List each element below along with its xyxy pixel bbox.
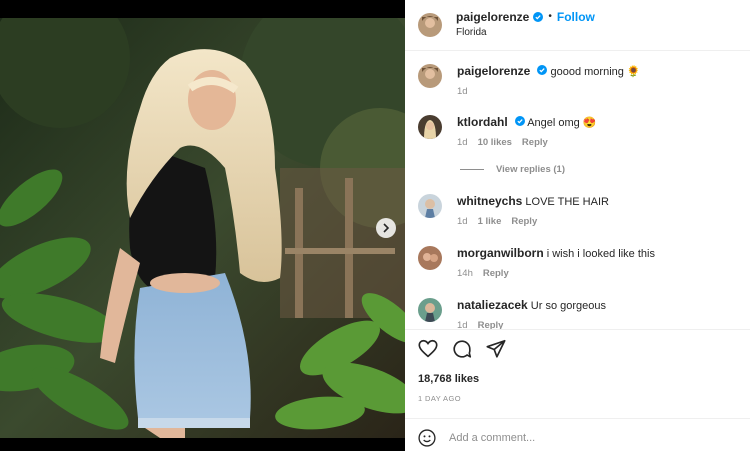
author-avatar[interactable] bbox=[418, 13, 442, 37]
instagram-post-modal: paigelorenze • Follow Florida paigeloren… bbox=[0, 0, 750, 451]
commenter-avatar[interactable] bbox=[418, 246, 442, 270]
comment-time: 1d bbox=[457, 216, 468, 227]
reply-button[interactable]: Reply bbox=[522, 136, 548, 150]
comment-username[interactable]: whitneychs bbox=[457, 194, 522, 208]
follow-button[interactable]: Follow bbox=[557, 10, 595, 24]
comment-item: nataliezacek Ur so gorgeous 1d Reply bbox=[418, 298, 606, 329]
commenter-avatar[interactable] bbox=[418, 194, 442, 218]
comment-item: whitneychs LOVE THE HAIR 1d 1 like Reply bbox=[418, 194, 609, 229]
comment-item: ktlordahl Angel omg 😍 1d 10 likes Reply bbox=[418, 115, 597, 150]
comment-button[interactable] bbox=[451, 338, 473, 360]
comment-text: Angel omg 😍 bbox=[527, 117, 597, 129]
comment-item: morganwilborn i wish i looked like this … bbox=[418, 246, 655, 281]
caption-comment: paigelorenze goood morning 🌻 1d bbox=[418, 64, 641, 99]
action-bar bbox=[417, 338, 507, 360]
reply-button[interactable]: Reply bbox=[483, 267, 509, 281]
comment-username[interactable]: morganwilborn bbox=[457, 246, 544, 260]
post-image bbox=[0, 18, 405, 438]
comment-username[interactable]: nataliezacek bbox=[457, 298, 528, 312]
author-username[interactable]: paigelorenze bbox=[456, 10, 529, 24]
view-replies-label: View replies (1) bbox=[496, 164, 565, 175]
post-header: paigelorenze • Follow Florida bbox=[405, 0, 750, 51]
comment-time: 14h bbox=[457, 268, 473, 279]
commenter-avatar[interactable] bbox=[418, 115, 442, 139]
section-divider bbox=[405, 418, 750, 419]
comment-username[interactable]: paigelorenze bbox=[457, 64, 530, 78]
add-comment-row bbox=[417, 428, 689, 448]
reply-button[interactable]: Reply bbox=[511, 215, 537, 229]
share-icon bbox=[486, 339, 506, 358]
verified-badge-icon bbox=[514, 116, 525, 126]
heart-icon bbox=[418, 339, 438, 358]
comment-time: 1d bbox=[457, 86, 468, 97]
add-comment-input[interactable] bbox=[449, 432, 689, 444]
post-date: 1 DAY AGO bbox=[418, 394, 461, 403]
post-photo[interactable] bbox=[0, 18, 405, 438]
comments-list[interactable]: paigelorenze goood morning 🌻 1d ktlordah… bbox=[405, 52, 750, 329]
like-button[interactable] bbox=[417, 338, 439, 360]
comment-text: Ur so gorgeous bbox=[530, 300, 606, 312]
share-button[interactable] bbox=[485, 338, 507, 360]
replies-line bbox=[460, 169, 484, 170]
comment-time: 1d bbox=[457, 320, 468, 329]
verified-badge-icon bbox=[537, 65, 548, 75]
comment-likes[interactable]: 1 like bbox=[478, 215, 502, 229]
post-details-panel: paigelorenze • Follow Florida paigeloren… bbox=[405, 0, 750, 451]
likes-count[interactable]: 18,768 likes bbox=[418, 373, 479, 385]
comment-text: goood morning 🌻 bbox=[550, 66, 641, 78]
verified-badge-icon bbox=[533, 12, 544, 22]
comment-username[interactable]: ktlordahl bbox=[457, 115, 508, 129]
comment-icon bbox=[453, 340, 472, 358]
location-label[interactable]: Florida bbox=[456, 26, 595, 40]
section-divider bbox=[405, 329, 750, 330]
comment-time: 1d bbox=[457, 137, 468, 148]
commenter-avatar[interactable] bbox=[418, 298, 442, 322]
reply-button[interactable]: Reply bbox=[478, 319, 504, 329]
commenter-avatar[interactable] bbox=[418, 64, 442, 88]
next-arrow-button[interactable] bbox=[376, 218, 396, 238]
next-arrow-icon bbox=[383, 223, 390, 233]
comment-text: i wish i looked like this bbox=[546, 248, 655, 260]
separator-dot: • bbox=[548, 11, 552, 22]
comment-likes[interactable]: 10 likes bbox=[478, 136, 512, 150]
comment-text: LOVE THE HAIR bbox=[525, 196, 609, 208]
emoji-icon[interactable] bbox=[417, 428, 437, 448]
view-replies-button[interactable]: View replies (1) bbox=[460, 164, 565, 175]
